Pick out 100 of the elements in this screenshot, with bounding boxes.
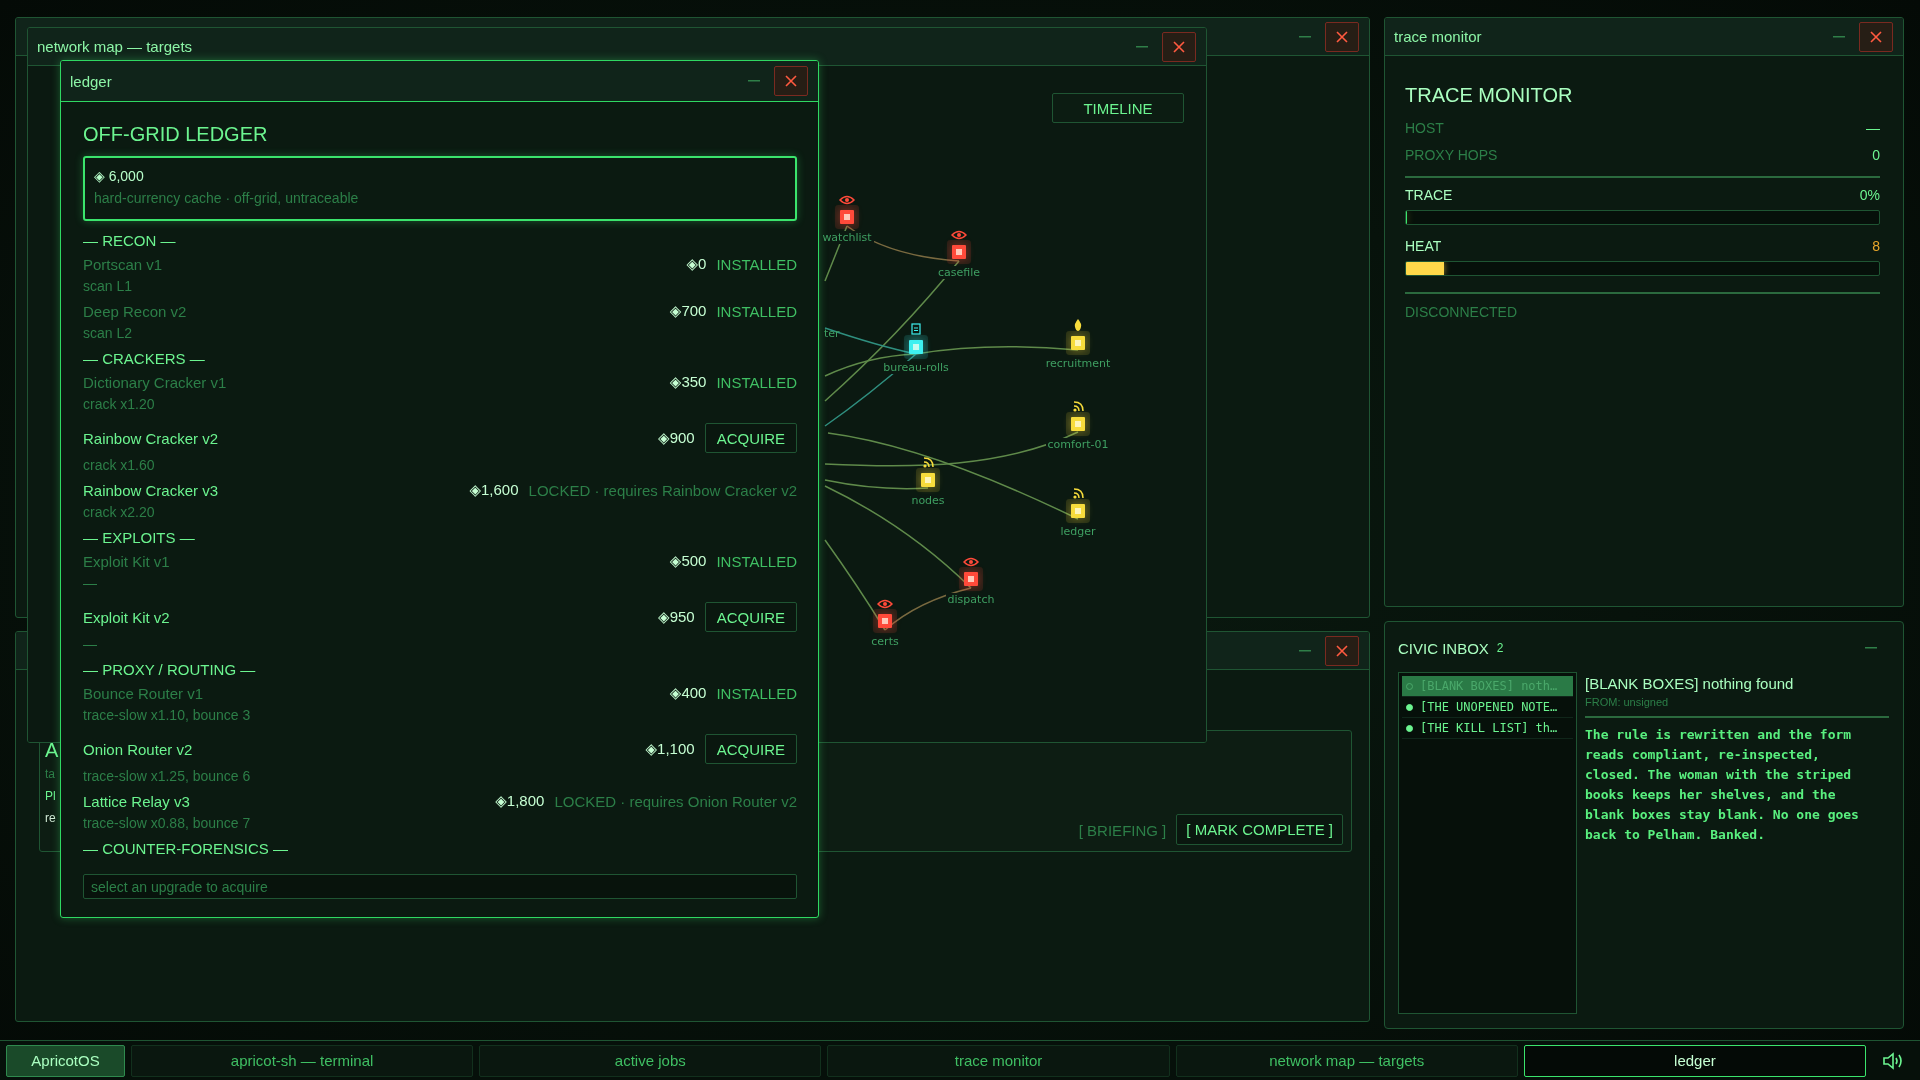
node-marker[interactable] (1071, 417, 1085, 431)
job-text: Pl (45, 788, 57, 805)
message-sender: FROM: unsigned (1585, 695, 1670, 710)
eye-icon (951, 230, 967, 240)
eye-icon (839, 195, 855, 205)
taskbar-item[interactable]: trace monitor (827, 1044, 1170, 1077)
price-label: ◈0 (686, 255, 707, 273)
minimize-icon (1299, 35, 1311, 38)
close-button[interactable] (1325, 21, 1359, 52)
status-label: LOCKED · requires Rainbow Cracker v2 (528, 481, 797, 499)
price-label: ◈1,800 (495, 792, 545, 810)
document-icon (911, 323, 921, 335)
monitor-heading: TRACE MONITOR (1405, 83, 1574, 108)
price-label: ◈950 (658, 608, 695, 626)
price-label: ◈350 (669, 373, 707, 391)
price-label: ◈1,100 (645, 740, 695, 758)
status-field[interactable]: select an upgrade to acquire (83, 874, 797, 899)
node-marker[interactable] (921, 473, 935, 487)
section-heading: — COUNTER-FORENSICS — (83, 839, 288, 859)
message-subject: [BLANK BOXES] nothing found (1585, 674, 1795, 694)
close-icon (1336, 30, 1348, 43)
ledger-heading: OFF-GRID LEDGER (83, 122, 269, 146)
meter-label: TRACE (1405, 187, 1453, 203)
speaker-icon[interactable] (1882, 1050, 1904, 1071)
status-label: INSTALLED (716, 255, 797, 273)
upgrade-name: Deep Recon v2 (83, 302, 187, 320)
window-title: trace monitor (1394, 28, 1483, 45)
window-title: network map — targets (37, 38, 194, 55)
stat-label: PROXY HOPS (1405, 146, 1498, 163)
stat-label: HOST (1405, 119, 1444, 136)
flame-icon (1073, 319, 1083, 331)
acquire-button[interactable]: ACQUIRE (704, 734, 797, 764)
upgrade-detail: trace-slow x1.10, bounce 3 (83, 706, 251, 725)
upgrade-name: Lattice Relay v3 (83, 792, 190, 810)
status-label: INSTALLED (716, 302, 797, 320)
close-icon (1870, 30, 1882, 43)
node-marker[interactable] (964, 572, 978, 586)
start-button[interactable]: ApricotOS (6, 1044, 125, 1077)
upgrade-detail: crack x1.60 (83, 456, 155, 475)
acquire-button[interactable]: ACQUIRE (704, 602, 797, 632)
signal-icon (1072, 401, 1084, 412)
close-icon (1173, 40, 1185, 53)
status-label: INSTALLED (716, 373, 797, 391)
close-icon (785, 75, 797, 87)
section-heading: — EXPLOITS — (83, 528, 195, 548)
connection-status: DISCONNECTED (1405, 303, 1518, 322)
stat-value: 0 (1872, 146, 1880, 163)
minimize-icon (1833, 35, 1845, 38)
price-label: ◈900 (658, 429, 695, 447)
node-label: certs (869, 635, 901, 648)
node-label: comfort-01 (1045, 438, 1111, 451)
node-marker[interactable] (1071, 504, 1085, 518)
node-marker[interactable] (1071, 336, 1085, 350)
taskbar-item[interactable]: active jobs (479, 1044, 822, 1077)
upgrade-name: Rainbow Cracker v2 (83, 429, 219, 447)
status-label: INSTALLED (716, 552, 797, 570)
close-button[interactable] (1325, 635, 1359, 666)
upgrade-detail: trace-slow x0.88, bounce 7 (83, 814, 251, 833)
section-heading: — PROXY / ROUTING — (83, 660, 256, 680)
close-button[interactable] (1162, 31, 1196, 62)
acquire-button[interactable]: ACQUIRE (704, 423, 797, 453)
message-item[interactable]: [THE UNOPENED NOTE… (1402, 697, 1573, 718)
node-label: recruitment (1043, 357, 1113, 370)
job-text: A (45, 739, 60, 761)
upgrade-detail: — (83, 635, 97, 654)
node-label: watchlist (820, 231, 874, 244)
node-marker[interactable] (878, 614, 892, 628)
upgrade-detail: trace-slow x1.25, bounce 6 (83, 767, 251, 786)
minimize-icon (1865, 647, 1877, 649)
timeline-button[interactable]: TIMELINE (1052, 93, 1184, 123)
taskbar-item[interactable]: apricot-sh — terminal (131, 1044, 474, 1077)
upgrade-detail: scan L1 (83, 277, 133, 296)
price-label: ◈500 (669, 552, 707, 570)
node-marker[interactable] (840, 210, 854, 224)
message-body: The rule is rewritten and the form reads compliant, re-inspected, closed. The woman with the striped books keeps her shelves, and the blank boxes stay blank. No one goes back to Pelham. Banked. (1585, 726, 1860, 844)
node-marker[interactable] (909, 340, 923, 354)
complete-button[interactable]: [ MARK COMPLETE ] (1176, 814, 1343, 845)
window-title: ledger (70, 72, 113, 90)
taskbar-item[interactable]: network map — targets (1175, 1044, 1518, 1077)
upgrade-detail: — (83, 574, 97, 593)
stat-value: — (1866, 119, 1880, 136)
eye-icon (877, 599, 893, 609)
message-count: 2 (1496, 641, 1504, 655)
meter-reading: 0% (1859, 187, 1880, 203)
node-marker[interactable] (952, 245, 966, 259)
status-label: LOCKED · requires Onion Router v2 (554, 792, 797, 810)
upgrade-detail: crack x2.20 (83, 503, 155, 522)
node-label: ledger (1058, 525, 1098, 538)
signal-icon (922, 457, 934, 468)
job-text: re (45, 810, 57, 827)
minimize-icon (1299, 649, 1311, 652)
signal-icon (1072, 488, 1084, 499)
price-label: ◈1,600 (469, 481, 519, 499)
upgrade-detail: crack x1.20 (83, 395, 155, 414)
briefing-link[interactable]: [ BRIEFING ] (1076, 816, 1169, 845)
close-button[interactable] (774, 66, 808, 96)
close-button[interactable] (1859, 21, 1893, 52)
message-item[interactable]: [THE KILL LIST] th… (1402, 718, 1573, 739)
upgrade-name: Rainbow Cracker v3 (83, 481, 219, 499)
taskbar-item[interactable]: ledger (1523, 1044, 1866, 1077)
